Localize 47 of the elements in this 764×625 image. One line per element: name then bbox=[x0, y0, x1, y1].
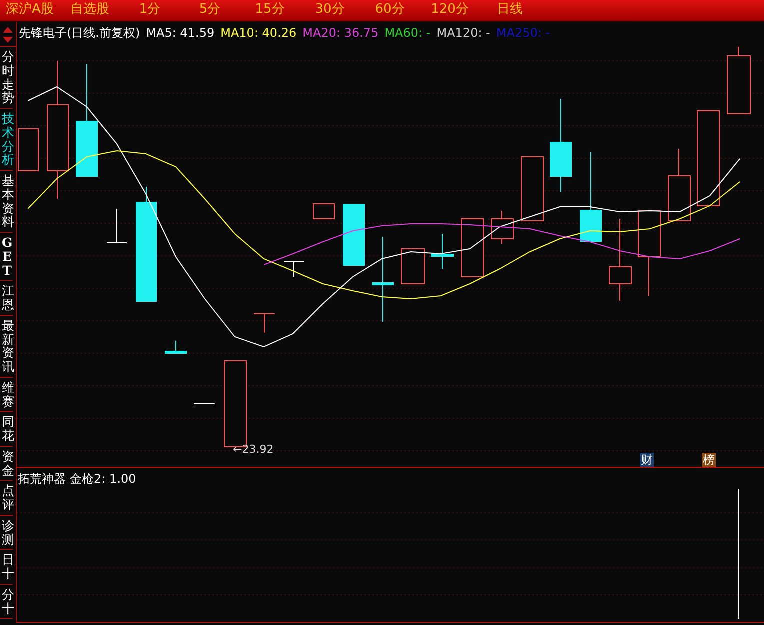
indicator-title: 拓荒神器 bbox=[18, 472, 66, 486]
indicator-value: 金枪2: 1.00 bbox=[70, 472, 136, 486]
info-badge[interactable]: 财 bbox=[640, 453, 654, 467]
indicator-value: MA120: - bbox=[436, 26, 490, 40]
period-tab[interactable]: 1分 bbox=[120, 0, 180, 21]
candlestick bbox=[401, 248, 425, 284]
candlestick bbox=[106, 208, 128, 244]
side-tab[interactable]: 分十 bbox=[0, 584, 12, 620]
candlestick bbox=[727, 46, 751, 114]
side-tab[interactable]: GET bbox=[0, 233, 12, 282]
candlestick bbox=[491, 210, 514, 244]
side-tab[interactable]: 日十 bbox=[0, 550, 12, 585]
side-tab[interactable]: 诊测 bbox=[0, 516, 12, 550]
side-tab[interactable]: 分时走势 bbox=[0, 47, 12, 109]
indicator-value: MA60: - bbox=[384, 26, 431, 40]
candlestick bbox=[313, 204, 335, 220]
indicator-value: MA10: 40.26 bbox=[220, 26, 297, 40]
side-tab[interactable]: 技术分析 bbox=[0, 109, 12, 171]
candlestick bbox=[521, 156, 544, 222]
period-tab[interactable]: 15分 bbox=[240, 0, 300, 21]
candlestick bbox=[343, 204, 365, 266]
candlestick bbox=[254, 314, 276, 334]
side-tab[interactable]: 同花 bbox=[0, 412, 12, 447]
period-tab[interactable]: 30分 bbox=[300, 0, 360, 21]
period-tab[interactable]: 5分 bbox=[180, 0, 240, 21]
period-tab[interactable]: 日线 bbox=[480, 0, 540, 21]
candlestick bbox=[461, 218, 484, 278]
candlestick bbox=[431, 234, 454, 270]
period-tab[interactable]: 自选股 bbox=[60, 0, 120, 21]
candlestick bbox=[284, 262, 304, 278]
period-tab[interactable]: 深沪A股 bbox=[0, 0, 60, 21]
side-tab[interactable]: 最新资讯 bbox=[0, 316, 12, 378]
indicator-value: MA250: - bbox=[496, 26, 550, 40]
indicator-value: MA20: 36.75 bbox=[302, 26, 379, 40]
period-tab[interactable]: 60分 bbox=[360, 0, 420, 21]
side-tab[interactable]: 维赛 bbox=[0, 378, 12, 412]
candlestick bbox=[165, 340, 187, 354]
low-price-label: ←23.92 bbox=[233, 442, 274, 458]
indicator-value: MA5: 41.59 bbox=[146, 26, 215, 40]
side-tab[interactable]: 点评 bbox=[0, 481, 12, 516]
side-tab[interactable]: 资金 bbox=[0, 446, 12, 482]
period-tab[interactable]: 120分 bbox=[420, 0, 480, 21]
chart-title: 先锋电子(日线.前复权) bbox=[19, 26, 140, 40]
info-badge[interactable]: 榜 bbox=[702, 453, 716, 467]
side-tab[interactable]: 江恩 bbox=[0, 281, 12, 316]
candlestick bbox=[18, 128, 39, 172]
side-tab[interactable]: 基本资料 bbox=[0, 171, 12, 233]
